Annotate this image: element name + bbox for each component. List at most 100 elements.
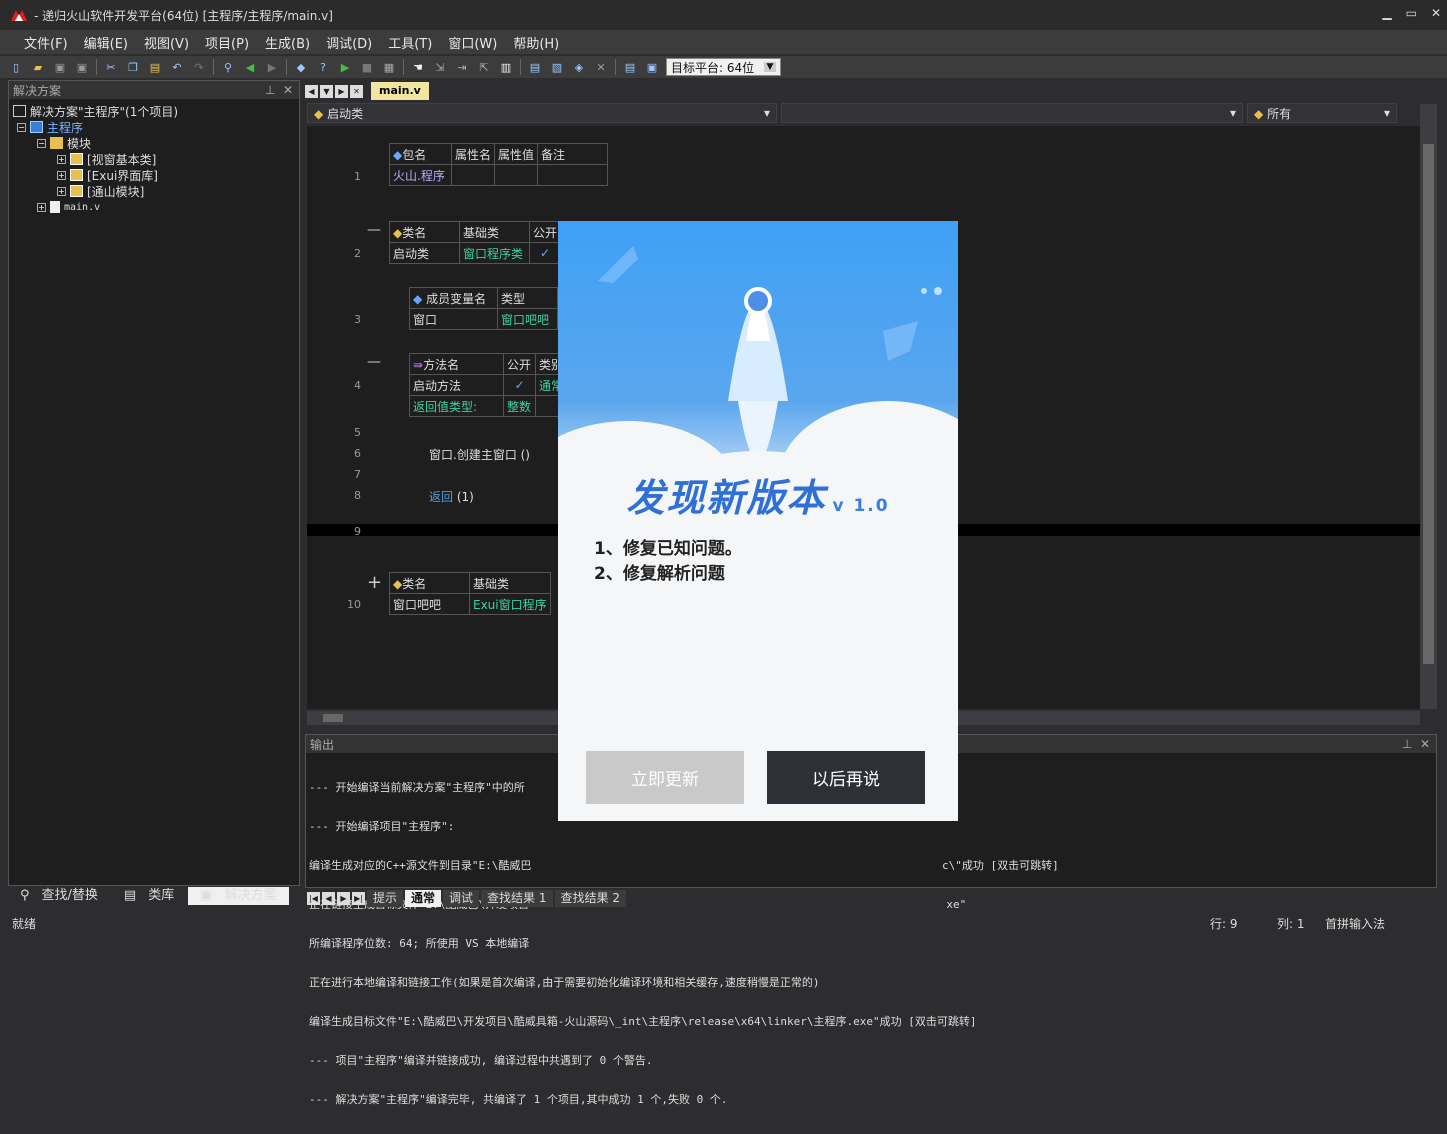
menu-file[interactable]: 文件(F) [24,33,68,52]
doc-icon[interactable]: ▤ [622,59,638,75]
tree-item-file[interactable]: + main.v [13,199,295,215]
prev-icon[interactable]: ◀ [322,891,335,905]
collapse-icon[interactable]: — [367,354,381,370]
close-icon[interactable]: ✕ [1431,6,1441,20]
pin-icon[interactable]: ⊥ [265,83,275,97]
menu-window[interactable]: 窗口(W) [448,33,497,52]
vertical-scrollbar[interactable] [1420,104,1437,709]
pin-icon[interactable]: ⊥ [1402,737,1412,751]
table-cell[interactable]: 窗口程序类 [459,242,530,264]
table-cell[interactable]: 火山.程序 [389,164,452,186]
open-folder-icon[interactable]: ▰ [30,59,46,75]
menu-project[interactable]: 项目(P) [205,33,249,52]
copy-icon[interactable]: ❐ [125,59,141,75]
step-out-icon[interactable]: ⇱ [476,59,492,75]
preview-icon[interactable]: ▣ [644,59,660,75]
save-all-icon[interactable]: ▣ [74,59,90,75]
tab-solution[interactable]: ▣ 解决方案 [188,887,289,905]
stop-icon[interactable]: ■ [359,59,375,75]
cut-icon[interactable]: ✂ [103,59,119,75]
tab-normal[interactable]: 通常 [405,889,442,907]
expand-icon[interactable]: + [57,154,66,164]
table-cell[interactable]: 窗口吧吧 [389,593,470,615]
save-icon[interactable]: ▣ [52,59,68,75]
menu-tools[interactable]: 工具(T) [388,33,432,52]
minimize-icon[interactable]: ▁ [1382,6,1391,20]
table-cell[interactable]: 启动类 [389,242,460,264]
expand-icon[interactable]: + [57,170,66,180]
member-select[interactable]: ▾ [781,103,1243,123]
step-over-icon[interactable]: ⇥ [454,59,470,75]
expand-icon[interactable]: + [367,572,382,593]
chevron-down-icon[interactable]: ▼ [320,84,333,98]
tree-item-solution[interactable]: 解决方案"主程序"(1个项目) [13,103,295,119]
close-icon[interactable]: ✕ [350,84,363,98]
scrollbar-thumb[interactable] [1423,144,1434,664]
forward-icon[interactable]: ▶ [264,59,280,75]
next-icon[interactable]: ▶ [337,891,350,905]
find-icon[interactable]: ⚲ [220,59,236,75]
table-cell[interactable]: Exui窗口程序 [469,593,551,615]
tree-item-module[interactable]: + [视窗基本类] [13,151,295,167]
maximize-icon[interactable]: ▭ [1406,6,1417,20]
later-button[interactable]: 以后再说 [767,751,925,804]
tab-find-results-2[interactable]: 查找结果 2 [554,889,626,907]
menu-edit[interactable]: 编辑(E) [84,33,128,52]
new-file-icon[interactable]: ▯ [8,59,24,75]
close-icon[interactable]: ✕ [283,83,293,97]
redo-icon[interactable]: ↷ [191,59,207,75]
table-cell[interactable] [450,164,496,186]
tab-main-v[interactable]: main.v [371,82,429,100]
step-into-icon[interactable]: ⇲ [432,59,448,75]
update-now-button[interactable]: 立即更新 [586,751,744,804]
table-cell[interactable]: 启动方法 [409,374,504,396]
code-line[interactable]: 窗口.创建主窗口 () [429,446,530,463]
collapse-icon[interactable]: — [367,222,381,238]
first-icon[interactable]: |◀ [307,891,320,905]
tree-item-module[interactable]: + [通山模块] [13,183,295,199]
layout-icon[interactable]: ▤ [527,59,543,75]
scrollbar-thumb[interactable] [323,714,343,722]
tab-find-results-1[interactable]: 查找结果 1 [481,889,553,907]
close-icon[interactable]: ✕ [1420,737,1430,751]
checkbox[interactable]: ✓ [503,374,536,396]
checkbox[interactable]: ✓ [528,242,562,264]
help-icon[interactable]: ? [315,59,331,75]
expand-icon[interactable]: + [37,202,46,212]
menu-view[interactable]: 视图(V) [144,33,189,52]
collapse-icon[interactable]: − [17,122,26,132]
table-cell[interactable]: 整数 [503,395,536,417]
scroll-right-icon[interactable]: ▶ [335,84,348,98]
run-icon[interactable]: ▶ [337,59,353,75]
tab-class-library[interactable]: ▤ 类库 [112,887,186,905]
table-cell[interactable]: 窗口 [409,308,498,330]
paste-icon[interactable]: ▤ [147,59,163,75]
target-platform-select[interactable]: 目标平台: 64位 ▼ [666,58,781,76]
build-icon[interactable]: ▦ [381,59,397,75]
table-cell[interactable] [494,164,539,186]
collapse-icon[interactable]: − [37,138,46,148]
menu-build[interactable]: 生成(B) [265,33,310,52]
menu-debug[interactable]: 调试(D) [326,33,372,52]
menu-help[interactable]: 帮助(H) [513,33,559,52]
package-icon[interactable]: ◈ [571,59,587,75]
tree-item-project[interactable]: − 主程序 [13,119,295,135]
expand-icon[interactable]: + [57,186,66,196]
tree-item-module[interactable]: + [Exui界面库] [13,167,295,183]
undo-icon[interactable]: ↶ [169,59,185,75]
code-line[interactable]: 返回 (1) [429,488,474,505]
tab-hint[interactable]: 提示 [367,889,404,907]
tools-icon[interactable]: ✕ [593,59,609,75]
scroll-left-icon[interactable]: ◀ [305,84,318,98]
class-select[interactable]: ◆ 启动类 ▾ [307,103,777,123]
back-icon[interactable]: ◀ [242,59,258,75]
component-icon[interactable]: ◆ [293,59,309,75]
tree-item-folder[interactable]: − 模块 [13,135,295,151]
last-icon[interactable]: ▶| [352,891,365,905]
table-cell[interactable] [537,164,609,186]
tab-find-replace[interactable]: ⚲ 查找/替换 [8,887,110,905]
hand-icon[interactable]: ☚ [410,59,426,75]
filter-select[interactable]: ◆ 所有 ▾ [1247,103,1397,123]
breakpoint-icon[interactable]: ▥ [498,59,514,75]
module-icon[interactable]: ▧ [549,59,565,75]
